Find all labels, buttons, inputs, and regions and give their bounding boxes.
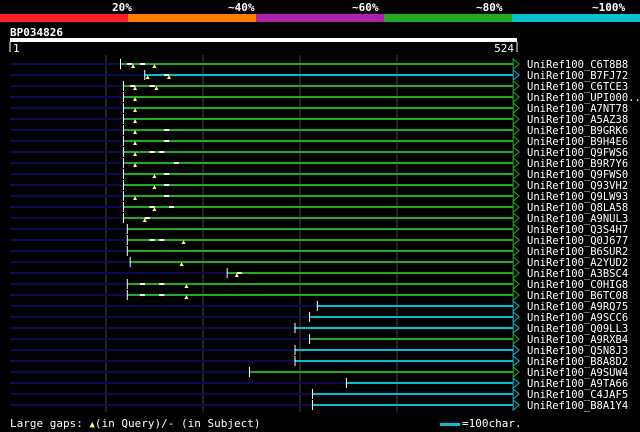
identity-bar-segment: [128, 14, 256, 22]
legend-in-query: (in Query)/: [94, 417, 168, 430]
hit-arrow-icon: [512, 167, 520, 181]
hit-arrow-icon: [512, 123, 520, 137]
hit-arrow-icon: [512, 266, 520, 280]
hit-arrow-icon: [512, 299, 520, 313]
hit-arrow-icon: [512, 398, 520, 412]
hit-arrow-icon: [512, 354, 520, 368]
hit-arrow-icon: [512, 387, 520, 401]
identity-bar-segment: [512, 14, 640, 22]
identity-bar-segment: [0, 14, 128, 22]
hit-arrow-icon: [512, 68, 520, 82]
query-end-label: 524: [494, 42, 514, 55]
scale-label-40: ~40%: [228, 1, 255, 14]
hit-arrow-icon: [512, 178, 520, 192]
hit-arrow-icon: [512, 156, 520, 170]
hit-arrow-icon: [512, 145, 520, 159]
query-title: BP034826: [10, 26, 63, 39]
hit-arrow-icon: [512, 79, 520, 93]
identity-bar-segment: [384, 14, 512, 22]
hit-arrow-icon: [512, 101, 520, 115]
hit-arrow-icon: [512, 57, 520, 71]
hit-arrow-icon: [512, 112, 520, 126]
hit-arrow-icon: [512, 211, 520, 225]
scale-legend: =100char.: [440, 417, 522, 430]
hit-arrow-icon: [512, 233, 520, 247]
hit-arrow-icon: [512, 365, 520, 379]
scale-swatch-icon: [440, 422, 460, 426]
hit-label: UniRef100_B8A1Y4: [527, 400, 628, 412]
hit-arrow-icon: [512, 310, 520, 324]
identity-scale-labels: 20% ~40% ~60% ~80% ~100%: [0, 0, 640, 14]
scale-label-60: ~60%: [352, 1, 379, 14]
legend-scale-note: =100char.: [462, 417, 522, 430]
hit-arrow-icon: [512, 244, 520, 258]
hit-arrow-icon: [512, 277, 520, 291]
alignment-chart: BP0348261 524UniRef100_C6T8B8UniRef100_B7…: [0, 14, 640, 412]
hit-arrow-icon: [512, 90, 520, 104]
gap-legend: Large gaps: ▲(in Query)/- (in Subject): [10, 417, 260, 430]
hit-arrow-icon: [512, 200, 520, 214]
hit-arrow-icon: [512, 376, 520, 390]
hit-arrow-icon: [512, 288, 520, 302]
hit-arrow-icon: [512, 332, 520, 346]
identity-bar-segment: [256, 14, 384, 22]
query-bar: [10, 38, 517, 42]
query-start-label: 1: [13, 42, 20, 55]
hit-arrow-icon: [512, 222, 520, 236]
hit-arrow-icon: [512, 189, 520, 203]
hit-arrow-icon: [512, 255, 520, 269]
hit-arrow-icon: [512, 321, 520, 335]
scale-label-100: ~100%: [592, 1, 626, 14]
scale-label-20: 20%: [112, 1, 132, 14]
scale-label-80: ~80%: [476, 1, 503, 14]
hit-arrow-icon: [512, 343, 520, 357]
legend-large-gaps: Large gaps:: [10, 417, 90, 430]
hit-arrow-icon: [512, 134, 520, 148]
legend-in-subject: (in Subject): [174, 417, 261, 430]
